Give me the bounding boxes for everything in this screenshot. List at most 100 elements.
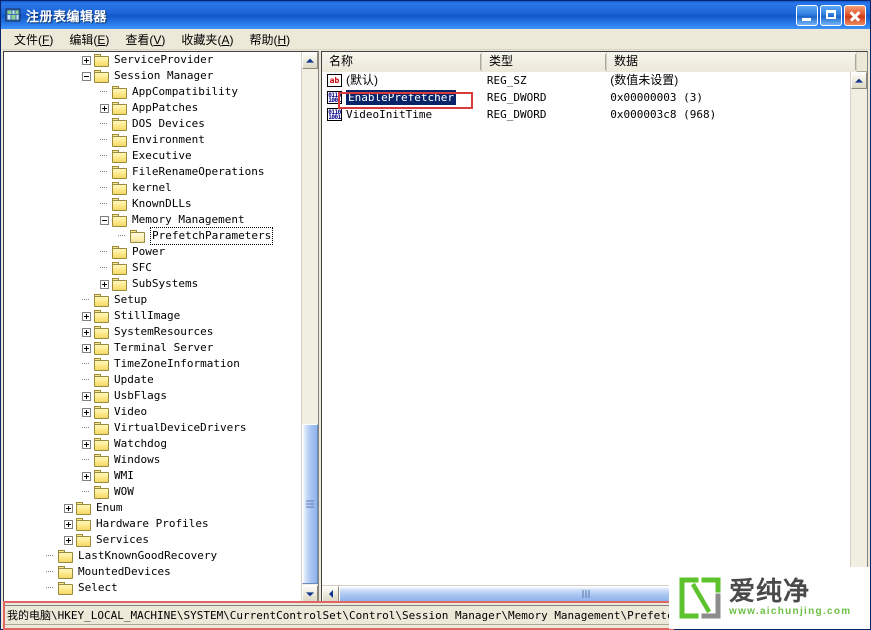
tree-scroll-down-button[interactable] — [302, 585, 318, 602]
tree-node-label: Environment — [132, 132, 205, 148]
title-bar[interactable]: 注册表编辑器 — [1, 1, 870, 29]
tree-node-label: SystemResources — [114, 324, 213, 340]
open-folder-icon — [130, 230, 146, 243]
maximize-button[interactable] — [820, 5, 842, 26]
tree-connector-line — [100, 196, 109, 212]
tree-node[interactable]: kernel — [4, 180, 301, 196]
value-row[interactable]: ab(默认)REG_SZ(数值未设置) — [322, 72, 850, 89]
tree-node-label: UsbFlags — [114, 388, 167, 404]
menu-help-label: 帮助 — [249, 33, 273, 47]
menu-favorites[interactable]: 收藏夹(A) — [174, 29, 242, 50]
expand-node-icon[interactable] — [64, 536, 73, 545]
tree-node[interactable]: MountedDevices — [4, 564, 301, 580]
values-vertical-scrollbar[interactable] — [850, 72, 867, 585]
tree-node[interactable]: Enum — [4, 500, 301, 516]
folder-icon — [76, 534, 92, 547]
tree-node[interactable]: Executive — [4, 148, 301, 164]
tree-node[interactable]: ServiceProvider — [4, 52, 301, 68]
values-column-headers[interactable]: 名称类型数据 — [322, 52, 867, 72]
tree-node[interactable]: SFC — [4, 260, 301, 276]
tree-node[interactable]: SystemResources — [4, 324, 301, 340]
folder-icon — [112, 166, 128, 179]
menu-file-accel: F — [42, 33, 49, 47]
tree-node[interactable]: Video — [4, 404, 301, 420]
tree-node[interactable]: WOW — [4, 484, 301, 500]
tree-node[interactable]: Watchdog — [4, 436, 301, 452]
menu-file-label: 文件 — [14, 33, 38, 47]
minimize-button[interactable] — [796, 5, 818, 26]
folder-icon — [112, 150, 128, 163]
expand-node-icon[interactable] — [82, 56, 91, 65]
expand-node-icon[interactable] — [82, 440, 91, 449]
watermark-brand: 爱纯净 — [729, 578, 851, 606]
menu-edit[interactable]: 编辑(E) — [62, 29, 118, 50]
column-header-name[interactable]: 名称 — [322, 52, 482, 72]
tree-node[interactable]: AppPatches — [4, 100, 301, 116]
value-row[interactable]: 01101001VideoInitTimeREG_DWORD0x000003c8… — [322, 106, 850, 123]
collapse-node-icon[interactable] — [82, 72, 91, 81]
tree-node[interactable]: Update — [4, 372, 301, 388]
expand-node-icon[interactable] — [64, 520, 73, 529]
tree-node-label: Session Manager — [114, 68, 213, 84]
tree-node[interactable]: Power — [4, 244, 301, 260]
tree-node[interactable]: KnownDLLs — [4, 196, 301, 212]
folder-icon — [58, 566, 74, 579]
expand-node-icon[interactable] — [82, 392, 91, 401]
expand-node-icon[interactable] — [82, 312, 91, 321]
tree-vertical-scrollbar[interactable] — [301, 52, 318, 602]
string-value-icon: ab — [327, 74, 343, 88]
expand-node-icon[interactable] — [100, 104, 109, 113]
values-scroll-up-button[interactable] — [851, 72, 867, 89]
dword-value-icon: 01101001 — [327, 108, 343, 122]
tree-node[interactable]: Session Manager — [4, 68, 301, 84]
tree-scrollbar-thumb[interactable] — [302, 424, 318, 584]
expand-node-icon[interactable] — [82, 408, 91, 417]
tree-node[interactable]: LastKnownGoodRecovery — [4, 548, 301, 564]
tree-node-label: kernel — [132, 180, 172, 196]
expand-node-icon[interactable] — [82, 344, 91, 353]
tree-node[interactable]: TimeZoneInformation — [4, 356, 301, 372]
tree-connector-line — [46, 564, 55, 580]
tree-connector-line — [100, 116, 109, 132]
collapse-node-icon[interactable] — [100, 216, 109, 225]
tree-node[interactable]: FileRenameOperations — [4, 164, 301, 180]
tree-node[interactable]: Setup — [4, 292, 301, 308]
tree-node[interactable]: VirtualDeviceDrivers — [4, 420, 301, 436]
tree-node[interactable]: Environment — [4, 132, 301, 148]
tree-node[interactable]: Select — [4, 580, 301, 596]
tree-node[interactable]: StillImage — [4, 308, 301, 324]
tree-node[interactable]: Windows — [4, 452, 301, 468]
tree-scroll-up-button[interactable] — [302, 52, 318, 69]
tree-node[interactable]: Hardware Profiles — [4, 516, 301, 532]
editor-panes: ServiceProviderSession ManagerAppCompati… — [1, 50, 870, 603]
values-list[interactable]: ab(默认)REG_SZ(数值未设置)01101001EnablePrefetc… — [322, 72, 850, 585]
tree-node[interactable]: UsbFlags — [4, 388, 301, 404]
column-header-type[interactable]: 类型 — [482, 52, 607, 72]
tree-node[interactable]: SubSystems — [4, 276, 301, 292]
tree-node[interactable]: PrefetchParameters — [4, 228, 301, 244]
column-header-data[interactable]: 数据 — [607, 52, 857, 72]
menu-file[interactable]: 文件(F) — [7, 29, 62, 50]
tree-node-label: Select — [78, 580, 118, 596]
expand-node-icon[interactable] — [82, 328, 91, 337]
tree-connector-line — [82, 356, 91, 372]
tree-node[interactable]: WMI — [4, 468, 301, 484]
registry-tree[interactable]: ServiceProviderSession ManagerAppCompati… — [4, 52, 301, 602]
site-watermark: 爱纯净 www.aichunjing.com — [669, 567, 870, 629]
tree-connector-line — [82, 452, 91, 468]
menu-help[interactable]: 帮助(H) — [242, 29, 299, 50]
tree-node[interactable]: AppCompatibility — [4, 84, 301, 100]
close-button[interactable] — [844, 5, 866, 26]
expand-node-icon[interactable] — [64, 504, 73, 513]
tree-node-label: PrefetchParameters — [150, 227, 273, 245]
tree-node[interactable]: Services — [4, 532, 301, 548]
value-row[interactable]: 01101001EnablePrefetcherREG_DWORD0x00000… — [322, 89, 850, 106]
tree-node[interactable]: DOS Devices — [4, 116, 301, 132]
menu-view[interactable]: 查看(V) — [118, 29, 174, 50]
tree-node[interactable]: Memory Management — [4, 212, 301, 228]
expand-node-icon[interactable] — [82, 472, 91, 481]
values-scroll-left-button[interactable] — [322, 586, 339, 602]
tree-node[interactable]: Terminal Server — [4, 340, 301, 356]
expand-node-icon[interactable] — [100, 280, 109, 289]
tree-connector-line — [82, 292, 91, 308]
